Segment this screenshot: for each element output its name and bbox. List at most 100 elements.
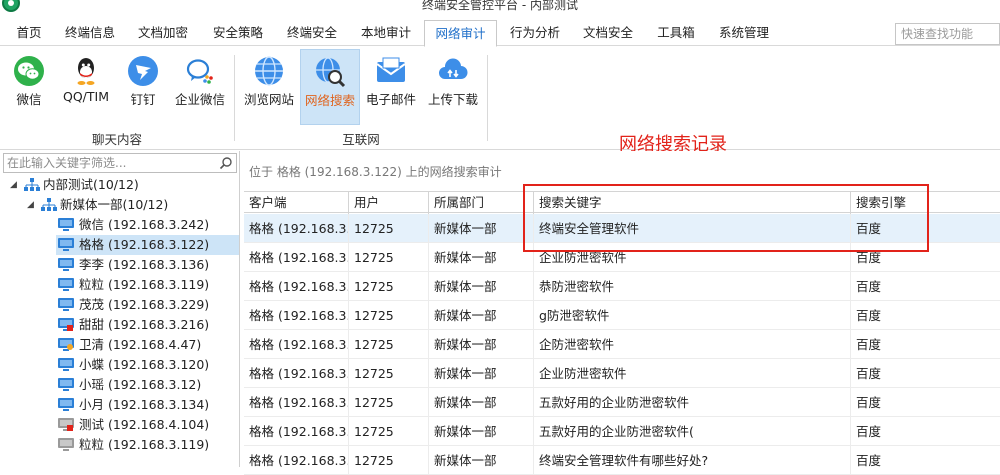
ribbon-divider (234, 55, 235, 141)
ribbon: 微信 QQ/TIM 钉钉 企业微信 聊天内容 浏览网站 网络搜索 电子邮件 上传… (0, 47, 1000, 150)
column-header-client[interactable]: 客户端 (244, 192, 348, 214)
cell-engine: 百度 (850, 446, 1000, 475)
tree-client-item[interactable]: 测试 (192.168.4.104) (56, 415, 239, 435)
tree-client-item[interactable]: 卫清 (192.168.4.47) (56, 335, 239, 355)
table-row[interactable]: 格格 (192.168.3... 12725 新媒体一部 五款好用的企业防泄密软件(百… (244, 417, 1000, 446)
dingtalk-button[interactable]: 钉钉 (119, 49, 167, 125)
tree-client-item[interactable]: 格格 (192.168.3.122) (56, 235, 239, 255)
cell-department: 新媒体一部 (428, 359, 533, 388)
cell-department: 新媒体一部 (428, 417, 533, 446)
computer-icon (58, 298, 74, 311)
tab-network-audit[interactable]: 网络审计 (424, 20, 497, 47)
tab-local-audit[interactable]: 本地审计 (350, 20, 422, 46)
tree-client-item[interactable]: 粒粒 (192.168.3.119) (56, 275, 239, 295)
table-row[interactable]: 格格 (192.168.3... 12725 新媒体一部 企业防泄密软件 百度 (244, 243, 1000, 272)
collapse-icon[interactable]: ◢ (10, 175, 20, 195)
audit-content: 位于 格格 (192.168.3.122) 上的网络搜索审计 客户端 用户 所属… (241, 151, 1000, 475)
browse-websites-button[interactable]: 浏览网站 (240, 49, 298, 125)
column-header-user[interactable]: 用户 (348, 192, 428, 214)
tab-doc-encryption[interactable]: 文档加密 (128, 20, 198, 46)
tree-client-item[interactable]: 茂茂 (192.168.3.229) (56, 295, 239, 315)
cell-client: 格格 (192.168.3... (249, 250, 348, 265)
tab-toolbox[interactable]: 工具箱 (646, 20, 706, 46)
wework-button[interactable]: 企业微信 (171, 49, 229, 125)
table-row[interactable]: 格格 (192.168.3... 12725 新媒体一部 终端安全管理软件 百度 (244, 214, 1000, 243)
cell-engine: 百度 (850, 359, 1000, 388)
cell-keyword: 企业防泄密软件 (533, 243, 850, 272)
web-search-label: 网络搜索 (304, 93, 355, 108)
table-row[interactable]: 格格 (192.168.3... 12725 新媒体一部 终端安全管理软件有哪些好处?… (244, 446, 1000, 475)
tree-client-item[interactable]: 小蝶 (192.168.3.120) (56, 355, 239, 375)
tree-group-node[interactable]: ◢ 新媒体一部(10/12) (0, 195, 239, 215)
email-icon (376, 57, 406, 82)
cell-department: 新媒体一部 (428, 330, 533, 359)
tab-doc-security[interactable]: 文档安全 (572, 20, 644, 46)
cell-client: 格格 (192.168.3... (249, 337, 348, 352)
tree-client-item[interactable]: 微信 (192.168.3.242) (56, 215, 239, 235)
table-row[interactable]: 格格 (192.168.3... 12725 新媒体一部 g防泄密软件 百度 (244, 301, 1000, 330)
tab-security-policy[interactable]: 安全策略 (202, 20, 274, 46)
cell-client: 格格 (192.168.3... (249, 453, 348, 468)
wechat-icon (14, 56, 44, 86)
dingtalk-label: 钉钉 (130, 92, 156, 107)
tab-terminal-info[interactable]: 终端信息 (56, 20, 124, 46)
cell-client: 格格 (192.168.3... (249, 279, 348, 294)
upload-download-button[interactable]: 上传下载 (424, 49, 482, 125)
email-button[interactable]: 电子邮件 (362, 49, 420, 125)
tree-client-label: 李李 (192.168.3.136) (79, 257, 210, 272)
table-row[interactable]: 格格 (192.168.3... 12725 新媒体一部 企业防泄密软件 百度 (244, 359, 1000, 388)
tree-client-label: 粒粒 (192.168.3.119) (79, 437, 210, 452)
tree-root-node[interactable]: ◢ 内部测试(10/12) (0, 175, 239, 195)
cell-department: 新媒体一部 (428, 272, 533, 301)
cell-engine: 百度 (850, 301, 1000, 330)
tree-client-label: 茂茂 (192.168.3.229) (79, 297, 210, 312)
wechat-button[interactable]: 微信 (5, 49, 53, 125)
cell-user: 12725 (348, 214, 428, 243)
tab-terminal-security[interactable]: 终端安全 (276, 20, 348, 46)
cell-keyword: 终端安全管理软件 (533, 214, 850, 243)
browse-websites-label: 浏览网站 (243, 92, 294, 107)
table-row[interactable]: 格格 (192.168.3... 12725 新媒体一部 五款好用的企业防泄密软件 百度 (244, 388, 1000, 417)
table-row[interactable]: 格格 (192.168.3... 12725 新媒体一部 恭防泄密软件 百度 (244, 272, 1000, 301)
cell-user: 12725 (348, 388, 428, 417)
cell-keyword: 恭防泄密软件 (533, 272, 850, 301)
org-group-icon (24, 178, 40, 191)
cell-engine: 百度 (850, 243, 1000, 272)
tab-system-management[interactable]: 系统管理 (708, 20, 780, 46)
column-header-keyword[interactable]: 搜索关键字 (533, 192, 850, 214)
tree-client-label: 甜甜 (192.168.3.216) (79, 317, 210, 332)
qq-tim-button[interactable]: QQ/TIM (57, 49, 115, 125)
tree-client-label: 小月 (192.168.3.134) (79, 397, 210, 412)
cell-user: 12725 (348, 243, 428, 272)
tree-client-label: 测试 (192.168.4.104) (79, 417, 210, 432)
email-label: 电子邮件 (365, 92, 416, 107)
tree-filter-input[interactable] (4, 154, 218, 172)
cell-keyword: 五款好用的企业防泄密软件 (533, 388, 850, 417)
tree-client-item[interactable]: 李李 (192.168.3.136) (56, 255, 239, 275)
quick-search-input[interactable]: 快速查找功能 (895, 23, 1000, 45)
tree-client-item[interactable]: 甜甜 (192.168.3.216) (56, 315, 239, 335)
search-icon[interactable] (219, 156, 233, 170)
computer-icon (58, 378, 74, 391)
table-row[interactable]: 格格 (192.168.3... 12725 新媒体一部 企防泄密软件 百度 (244, 330, 1000, 359)
table-header: 客户端 用户 所属部门 搜索关键字 搜索引擎 (244, 191, 1000, 214)
tree-client-item[interactable]: 小瑶 (192.168.3.12) (56, 375, 239, 395)
column-header-engine[interactable]: 搜索引擎 (850, 192, 1000, 214)
tree-client-label: 小瑶 (192.168.3.12) (79, 377, 202, 392)
column-header-department[interactable]: 所属部门 (428, 192, 533, 214)
tree-client-label: 格格 (192.168.3.122) (79, 237, 210, 252)
tab-behavior-analysis[interactable]: 行为分析 (499, 20, 571, 46)
web-search-button[interactable]: 网络搜索 (300, 49, 360, 125)
computer-icon (58, 398, 74, 411)
computer-icon (58, 418, 74, 431)
tree-client-item[interactable]: 小月 (192.168.3.134) (56, 395, 239, 415)
ribbon-divider (487, 55, 488, 141)
tree-client-item[interactable]: 粒粒 (192.168.3.119) (56, 435, 239, 455)
tab-home[interactable]: 首页 (2, 20, 56, 46)
title-bar: 终端安全管控平台 - 内部测试 (0, 0, 1000, 14)
client-tree-panel: ◢ 内部测试(10/12) ◢ 新媒体一部(10/12) 微信 (192.168… (0, 151, 240, 467)
cell-keyword: 五款好用的企业防泄密软件( (533, 417, 850, 446)
computer-icon (58, 278, 74, 291)
tree-root-label: 内部测试(10/12) (43, 177, 139, 192)
collapse-icon[interactable]: ◢ (27, 195, 37, 215)
